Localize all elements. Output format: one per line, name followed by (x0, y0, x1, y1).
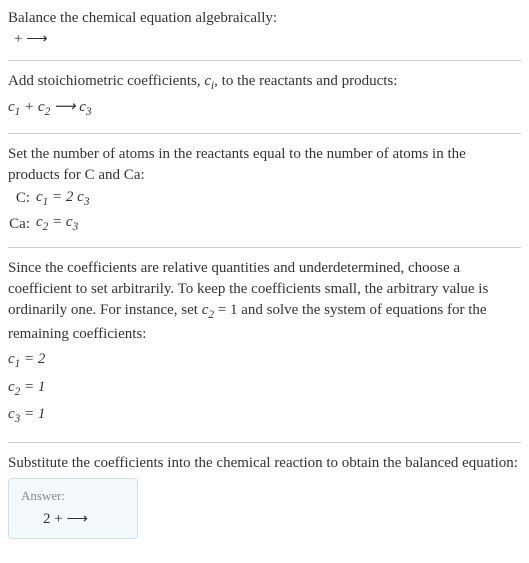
substitution-text: Substitute the coefficients into the che… (8, 453, 521, 474)
solve-text: Since the coefficients are relative quan… (8, 258, 521, 345)
c2-sol-val: = 1 (20, 379, 45, 395)
c3-var: c (79, 99, 86, 115)
element-label-ca: Ca: (8, 211, 36, 237)
c1-sol-val: = 2 (20, 351, 45, 367)
c1-var: c (8, 99, 15, 115)
atom-equations-table: C: c1 = 2 c3 Ca: c2 = c3 (8, 186, 95, 238)
plus-1: + (20, 99, 38, 115)
c-equation: c1 = 2 c3 (36, 186, 95, 212)
atom-balance-text: Set the number of atoms in the reactants… (8, 144, 521, 186)
eq-text-2: = (48, 214, 66, 230)
c3-solution: c3 = 1 (8, 402, 521, 430)
atom-balance-section: Set the number of atoms in the reactants… (8, 144, 521, 238)
ca-equation: c2 = c3 (36, 211, 95, 237)
c1-sol-var: c (8, 351, 15, 367)
divider-4 (8, 442, 521, 443)
c3-sub: 3 (86, 106, 92, 118)
substitution-section: Substitute the coefficients into the che… (8, 453, 521, 539)
divider-3 (8, 247, 521, 248)
c1-lhs: c (36, 189, 43, 205)
answer-box: Answer: 2 + ⟶ (8, 478, 138, 539)
coefficient-equation: c1 + c2 ⟶ c3 (8, 95, 521, 123)
c2-lhs: c (36, 214, 43, 230)
c3-rhs: c (77, 189, 84, 205)
c2-solution: c2 = 1 (8, 375, 521, 403)
table-row: Ca: c2 = c3 (8, 211, 95, 237)
table-row: C: c1 = 2 c3 (8, 186, 95, 212)
add-coefficients-text: Add stoichiometric coefficients, ci, to … (8, 71, 521, 95)
intro-reaction: + ⟶ (8, 29, 521, 50)
c3-sol-var: c (8, 406, 15, 422)
divider-2 (8, 133, 521, 134)
intro-line1: Balance the chemical equation algebraica… (8, 8, 521, 29)
divider-1 (8, 60, 521, 61)
solve-section: Since the coefficients are relative quan… (8, 258, 521, 432)
coefficient-solutions: c1 = 2 c2 = 1 c3 = 1 (8, 345, 521, 432)
element-label-c: C: (8, 186, 36, 212)
answer-equation: 2 + ⟶ (21, 509, 125, 530)
add-coefficients-section: Add stoichiometric coefficients, ci, to … (8, 71, 521, 123)
c2-sol-var: c (8, 379, 15, 395)
c2-var: c (38, 99, 45, 115)
c3-rhs-sub-2: 3 (73, 221, 79, 233)
arrow-1: ⟶ (50, 99, 79, 115)
c3-sol-val: = 1 (20, 406, 45, 422)
eq-text-1: = 2 (48, 189, 77, 205)
c3-rhs-sub: 3 (84, 196, 90, 208)
answer-label: Answer: (21, 487, 125, 505)
addcoef-text-part1: Add stoichiometric coefficients, (8, 73, 204, 89)
addcoef-text-part2: , to the reactants and products: (214, 73, 397, 89)
c1-solution: c1 = 2 (8, 347, 521, 375)
ci-var: c (204, 73, 211, 89)
intro-section: Balance the chemical equation algebraica… (8, 8, 521, 50)
c3-rhs-2: c (66, 214, 73, 230)
